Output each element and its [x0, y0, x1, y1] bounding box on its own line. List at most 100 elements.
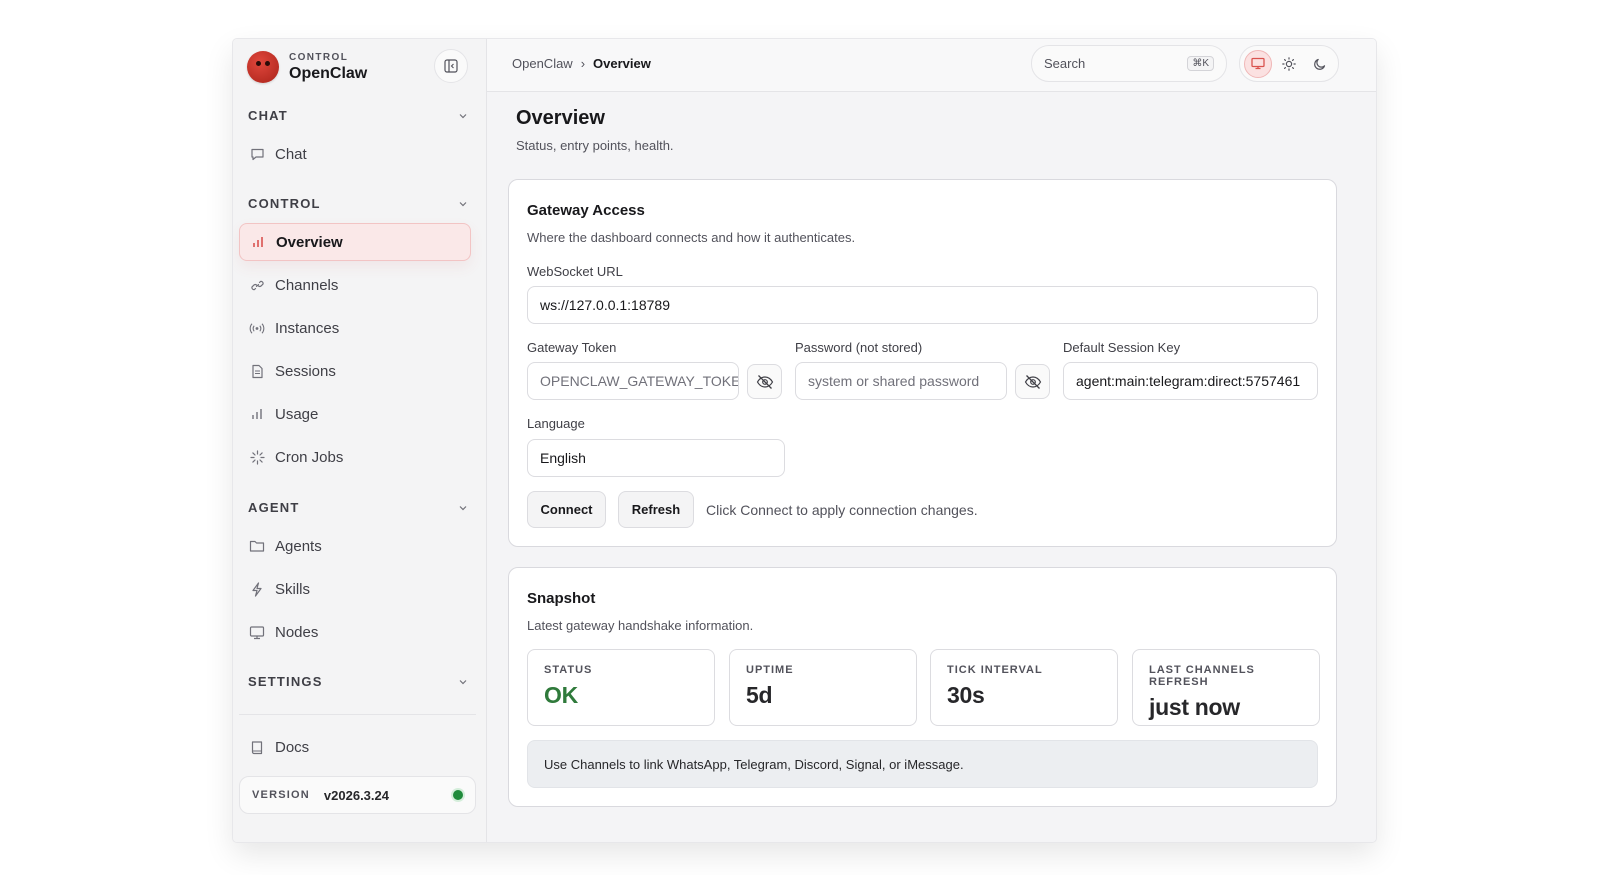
loader-icon — [249, 449, 265, 465]
sidebar-item-label: Usage — [275, 405, 319, 423]
session-key-input[interactable]: agent:main:telegram:direct:5757461 — [1063, 362, 1318, 400]
section-control-header[interactable]: CONTROL — [248, 196, 468, 211]
sidebar-item-docs[interactable]: Docs — [239, 728, 471, 766]
stat-label: LAST CHANNELS REFRESH — [1149, 664, 1255, 688]
password-label: Password (not stored) — [795, 340, 923, 355]
search-shortcut-badge: ⌘K — [1187, 56, 1214, 71]
breadcrumb: OpenClaw › Overview — [512, 56, 651, 71]
channels-note: Use Channels to link WhatsApp, Telegram,… — [527, 740, 1318, 788]
sidebar-item-nodes[interactable]: Nodes — [239, 613, 471, 651]
bar-chart-icon — [249, 406, 265, 422]
eye-off-icon — [756, 374, 773, 389]
sidebar-item-overview[interactable]: Overview — [239, 223, 471, 261]
gateway-token-label: Gateway Token — [527, 340, 617, 355]
topbar: OpenClaw › Overview Search ⌘K — [487, 39, 1376, 92]
sidebar-item-sessions[interactable]: Sessions — [239, 352, 471, 390]
stat-value: 30s — [947, 682, 985, 708]
card-subtitle: Where the dashboard connects and how it … — [527, 230, 856, 245]
section-settings-header[interactable]: SETTINGS — [248, 674, 468, 689]
sun-icon — [1282, 56, 1296, 71]
page-title: Overview — [516, 107, 605, 129]
eye-off-icon — [1024, 374, 1041, 389]
toggle-password-visibility-button[interactable] — [1015, 364, 1050, 399]
brand-kicker: CONTROL — [289, 51, 349, 63]
radio-icon — [249, 320, 265, 336]
sidebar-item-cron-jobs[interactable]: Cron Jobs — [239, 438, 471, 476]
websocket-url-label: WebSocket URL — [527, 264, 623, 279]
sidebar: CONTROL OpenClaw CHAT Chat CONTROL Overv… — [233, 39, 487, 842]
sidebar-item-agents[interactable]: Agents — [239, 527, 471, 565]
theme-dark-button[interactable] — [1306, 50, 1334, 78]
sidebar-item-label: Instances — [275, 319, 340, 337]
breadcrumb-current: Overview — [593, 56, 651, 71]
main-content: OpenClaw › Overview Search ⌘K Overview S… — [487, 39, 1376, 842]
card-title: Snapshot — [527, 590, 596, 607]
version-label: VERSION — [252, 789, 310, 801]
stat-last-channels-refresh: LAST CHANNELS REFRESH just now — [1132, 649, 1320, 726]
sidebar-toggle-icon — [444, 59, 458, 73]
monitor-icon — [1251, 57, 1265, 70]
monitor-icon — [249, 624, 265, 640]
card-subtitle: Latest gateway handshake information. — [527, 618, 754, 633]
sidebar-item-channels[interactable]: Channels — [239, 266, 471, 304]
theme-light-button[interactable] — [1275, 50, 1303, 78]
document-icon — [249, 363, 265, 379]
chevron-down-icon — [459, 679, 467, 684]
version-value: v2026.3.24 — [323, 787, 389, 803]
sidebar-item-instances[interactable]: Instances — [239, 309, 471, 347]
websocket-url-input[interactable]: ws://127.0.0.1:18789 — [527, 286, 1318, 324]
sidebar-item-skills[interactable]: Skills — [239, 570, 471, 608]
snapshot-card: Snapshot Latest gateway handshake inform… — [508, 567, 1337, 807]
stat-uptime: UPTIME 5d — [729, 649, 917, 726]
sidebar-item-chat[interactable]: Chat — [239, 135, 471, 173]
connect-button[interactable]: Connect — [527, 491, 606, 528]
stat-value: OK — [544, 682, 578, 708]
section-chat-header[interactable]: CHAT — [248, 108, 468, 123]
sidebar-item-label: Overview — [276, 233, 343, 251]
refresh-button[interactable]: Refresh — [618, 491, 694, 528]
card-title: Gateway Access — [527, 202, 645, 219]
stat-tick-interval: TICK INTERVAL 30s — [930, 649, 1118, 726]
brand-name: OpenClaw — [289, 64, 368, 82]
page-subtitle: Status, entry points, health. — [516, 138, 674, 153]
openclaw-logo — [247, 51, 279, 83]
connection-hint: Click Connect to apply connection change… — [706, 502, 978, 518]
sidebar-item-label: Chat — [275, 145, 307, 163]
password-input[interactable]: system or shared password — [795, 362, 1007, 400]
brand[interactable]: CONTROL OpenClaw — [247, 51, 367, 83]
stat-status: STATUS OK — [527, 649, 715, 726]
sidebar-divider — [239, 714, 476, 715]
book-icon — [249, 739, 265, 755]
breadcrumb-root[interactable]: OpenClaw — [512, 56, 573, 71]
moon-icon — [1313, 58, 1325, 70]
collapse-sidebar-button[interactable] — [434, 49, 468, 83]
stat-label: STATUS — [544, 664, 593, 676]
search-input[interactable]: Search ⌘K — [1031, 45, 1227, 82]
version-indicator: VERSION v2026.3.24 — [239, 776, 476, 814]
chevron-down-icon — [459, 113, 467, 118]
stat-label: UPTIME — [746, 664, 794, 676]
language-label: Language — [527, 416, 585, 431]
stat-value: 5d — [746, 682, 773, 708]
stat-label: TICK INTERVAL — [947, 664, 1043, 676]
session-key-label: Default Session Key — [1063, 340, 1181, 355]
gateway-access-card: Gateway Access Where the dashboard conne… — [508, 179, 1337, 547]
language-select[interactable]: English — [527, 439, 785, 477]
gateway-token-input[interactable]: OPENCLAW_GATEWAY_TOKE — [527, 362, 739, 400]
link-icon — [249, 277, 265, 293]
chat-bubble-icon — [249, 146, 265, 162]
search-placeholder: Search — [1044, 56, 1086, 71]
sidebar-item-label: Agents — [275, 537, 322, 555]
stat-value: just now — [1149, 694, 1240, 720]
theme-system-button[interactable] — [1244, 49, 1273, 78]
sidebar-item-label: Cron Jobs — [275, 448, 344, 466]
sidebar-item-label: Docs — [275, 738, 310, 756]
sidebar-item-usage[interactable]: Usage — [239, 395, 471, 433]
lightning-icon — [249, 581, 265, 597]
folder-icon — [249, 538, 265, 554]
chevron-down-icon — [459, 505, 467, 510]
toggle-token-visibility-button[interactable] — [747, 364, 782, 399]
sidebar-item-label: Nodes — [275, 623, 319, 641]
section-agent-header[interactable]: AGENT — [248, 500, 468, 515]
chevron-down-icon — [459, 201, 467, 206]
